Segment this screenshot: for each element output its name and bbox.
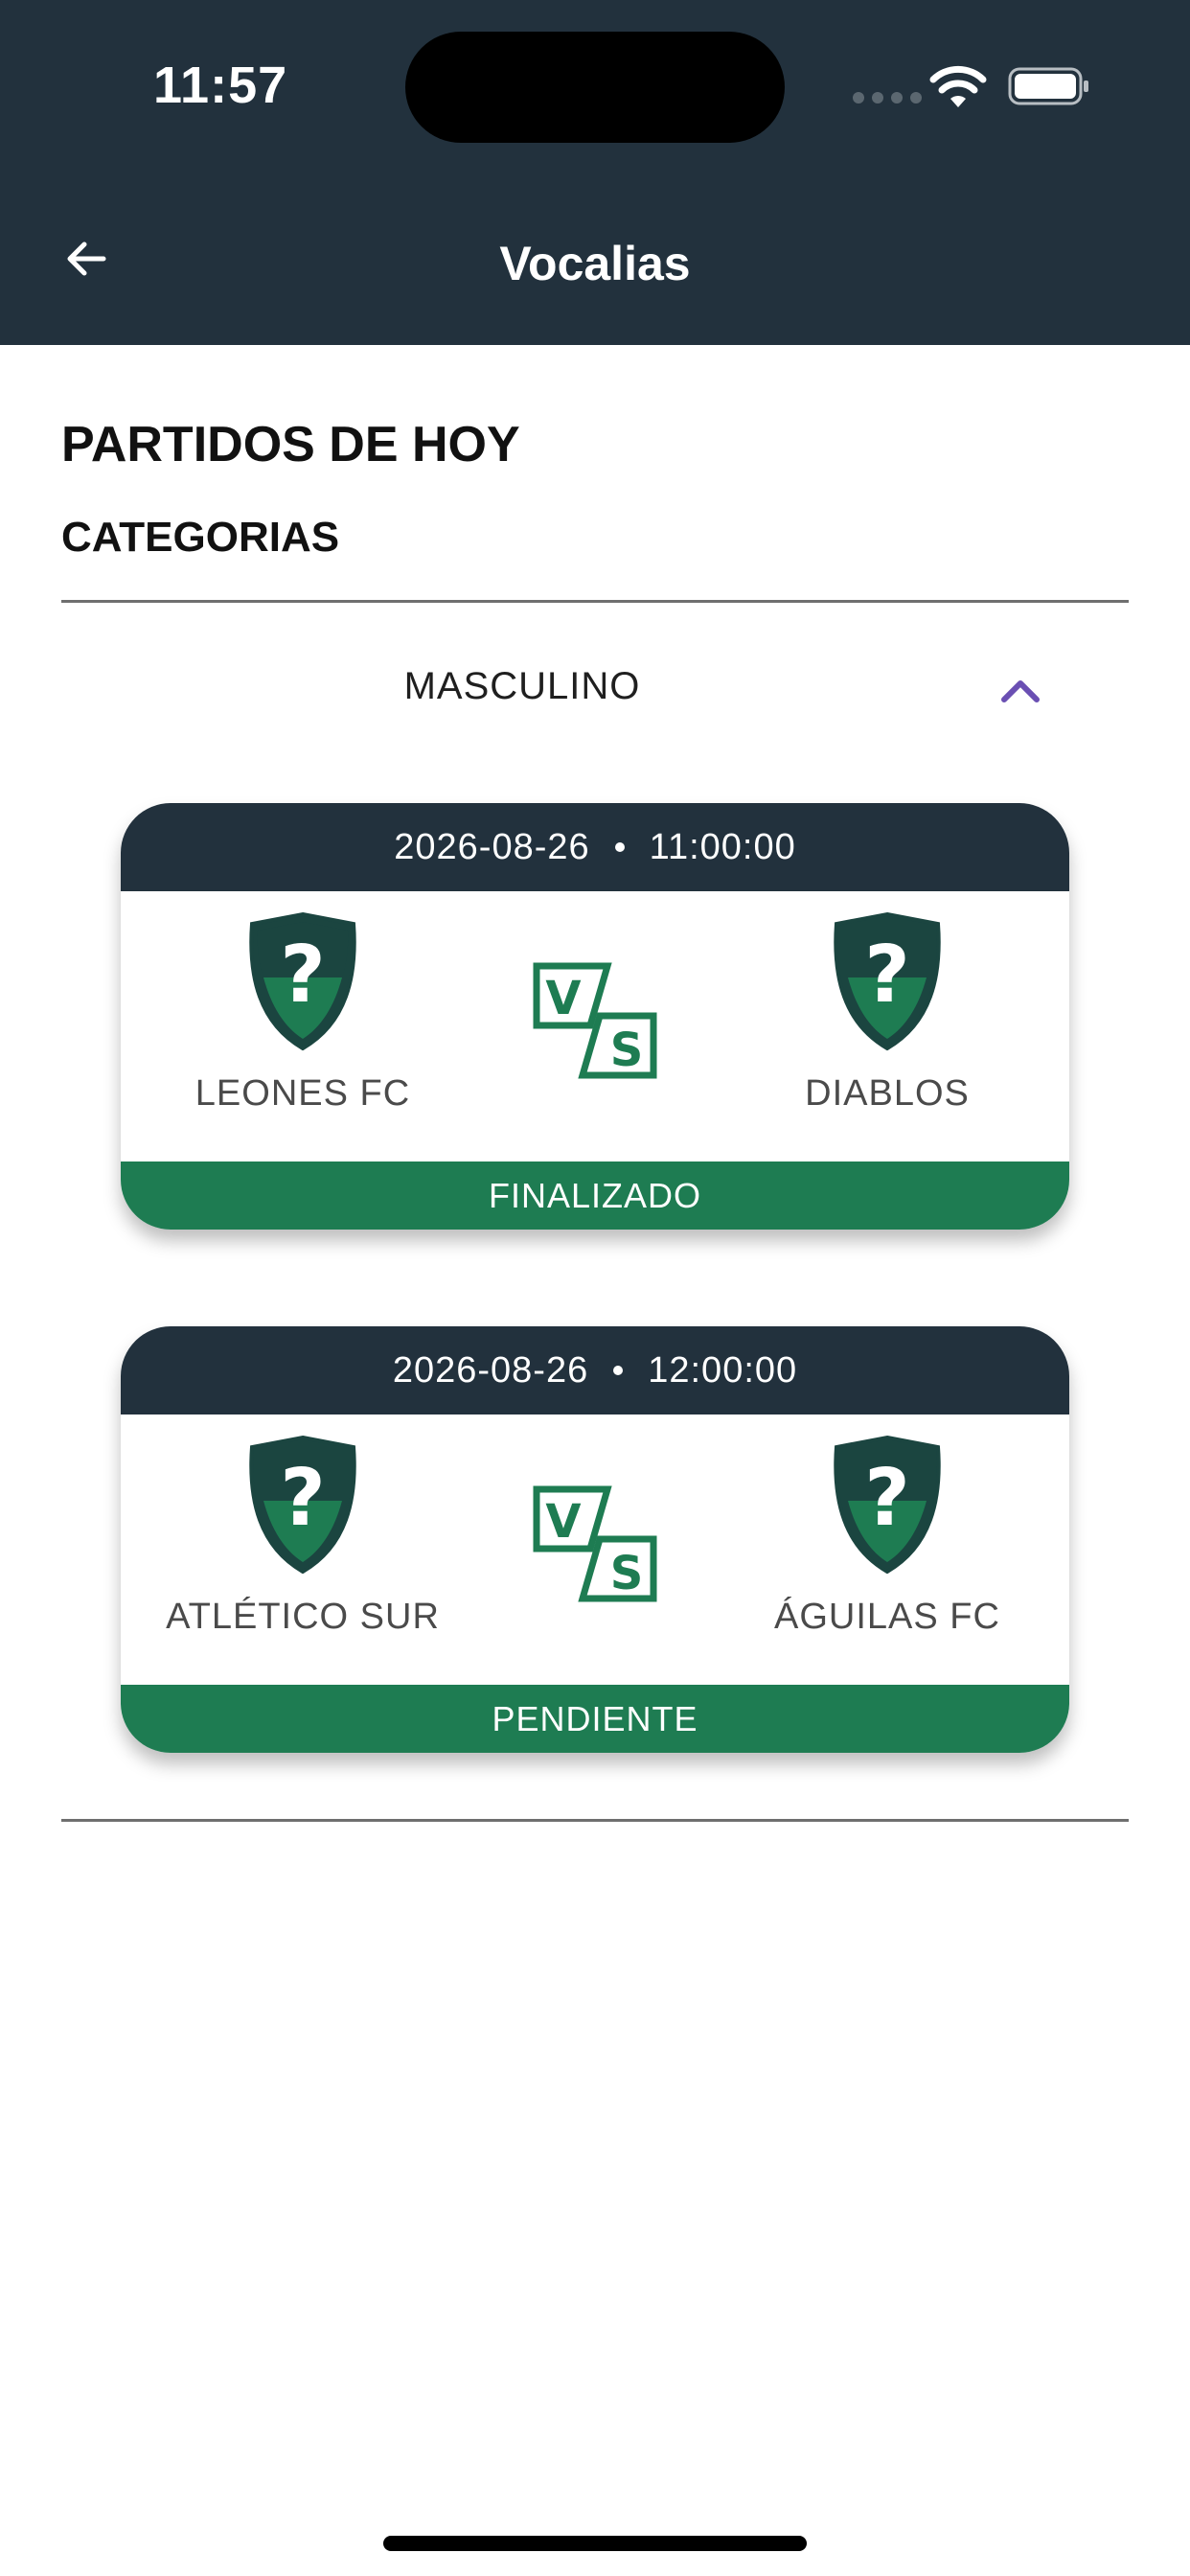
- match-teams: ? ATLÉTICO SUR V S ? ÁGUILAS FC: [121, 1414, 1069, 1685]
- versus-icon: V S: [533, 1485, 657, 1602]
- svg-text:?: ?: [280, 930, 326, 1021]
- page-title: Vocalias: [499, 237, 691, 290]
- category-accordion-header[interactable]: MASCULINO: [61, 632, 1129, 748]
- wifi-icon: [929, 65, 987, 107]
- match-card[interactable]: 2026-08-26 12:00:00 ? ATLÉTICO SUR V S ?…: [121, 1326, 1069, 1753]
- match-datetime: 2026-08-26 11:00:00: [121, 803, 1069, 891]
- battery-icon: [1008, 67, 1088, 105]
- away-team: ? ÁGUILAS FC: [744, 1434, 1031, 1638]
- shield-question-icon: ?: [834, 1435, 941, 1575]
- away-team: ? DIABLOS: [744, 910, 1031, 1115]
- match-teams: ? LEONES FC V S ? DIABLOS: [121, 891, 1069, 1162]
- dynamic-island: [405, 32, 785, 143]
- category-label: MASCULINO: [403, 665, 641, 707]
- svg-text:S: S: [610, 1547, 644, 1600]
- match-datetime: 2026-08-26 12:00:00: [121, 1326, 1069, 1414]
- status-time: 11:57: [153, 57, 288, 114]
- svg-text:?: ?: [864, 1453, 910, 1544]
- versus-icon: V S: [533, 962, 657, 1079]
- svg-text:?: ?: [864, 930, 910, 1021]
- separator-dot: [613, 1366, 624, 1375]
- home-indicator[interactable]: [383, 2536, 807, 2551]
- svg-text:V: V: [545, 1495, 581, 1549]
- match-status: PENDIENTE: [121, 1685, 1069, 1753]
- home-team: ? ATLÉTICO SUR: [159, 1434, 446, 1638]
- app-header: 11:57 Vocalias: [0, 0, 1190, 345]
- away-team-name: DIABLOS: [805, 1073, 970, 1114]
- match-time: 11:00:00: [649, 826, 796, 867]
- match-status: FINALIZADO: [121, 1162, 1069, 1230]
- section-title: PARTIDOS DE HOY: [61, 417, 520, 472]
- section-subtitle: CATEGORIAS: [61, 514, 340, 561]
- match-card[interactable]: 2026-08-26 11:00:00 ? LEONES FC V S ? DI…: [121, 803, 1069, 1230]
- svg-text:?: ?: [280, 1453, 326, 1544]
- divider-top: [61, 600, 1129, 603]
- shield-question-icon: ?: [249, 911, 356, 1051]
- home-team-name: LEONES FC: [195, 1073, 411, 1114]
- away-team-name: ÁGUILAS FC: [774, 1597, 1000, 1637]
- home-team-name: ATLÉTICO SUR: [166, 1597, 440, 1637]
- match-date: 2026-08-26: [392, 1349, 589, 1391]
- match-date: 2026-08-26: [394, 826, 590, 867]
- home-team: ? LEONES FC: [159, 910, 446, 1115]
- cellular-signal-icon: [853, 92, 922, 104]
- match-time: 12:00:00: [648, 1349, 798, 1391]
- shield-question-icon: ?: [834, 911, 941, 1051]
- chevron-up-icon[interactable]: [996, 667, 1044, 715]
- separator-dot: [614, 842, 625, 852]
- svg-text:V: V: [545, 972, 581, 1025]
- shield-question-icon: ?: [249, 1435, 356, 1575]
- svg-text:S: S: [610, 1024, 644, 1077]
- divider-bottom: [61, 1819, 1129, 1822]
